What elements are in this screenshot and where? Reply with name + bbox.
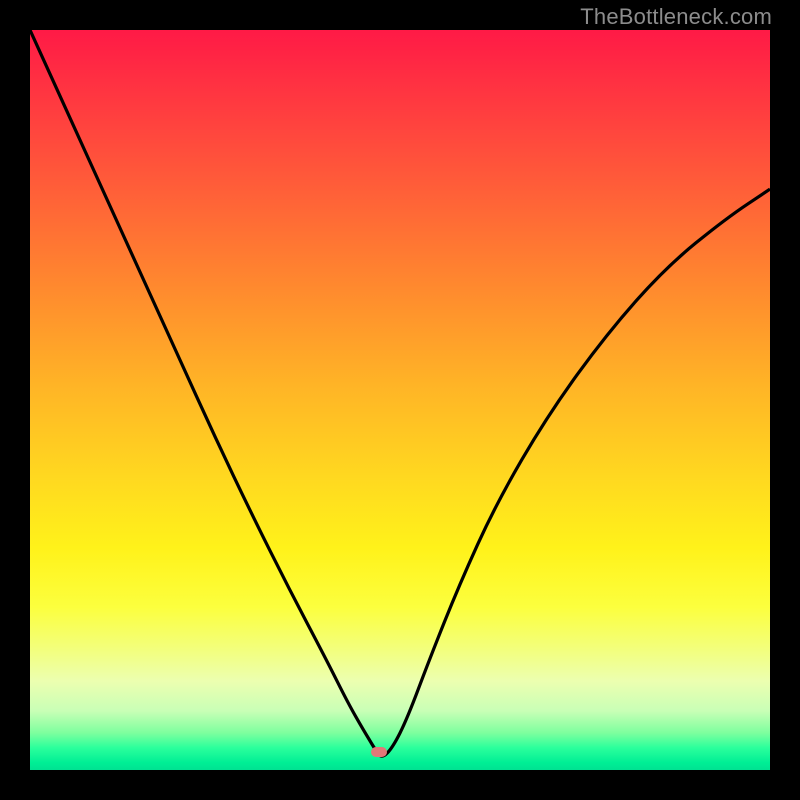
bottleneck-curve bbox=[30, 30, 770, 770]
plot-area bbox=[30, 30, 770, 770]
curve-path bbox=[30, 30, 770, 756]
watermark-text: TheBottleneck.com bbox=[580, 4, 772, 30]
chart-frame: TheBottleneck.com bbox=[0, 0, 800, 800]
optimal-point-marker bbox=[371, 747, 387, 757]
